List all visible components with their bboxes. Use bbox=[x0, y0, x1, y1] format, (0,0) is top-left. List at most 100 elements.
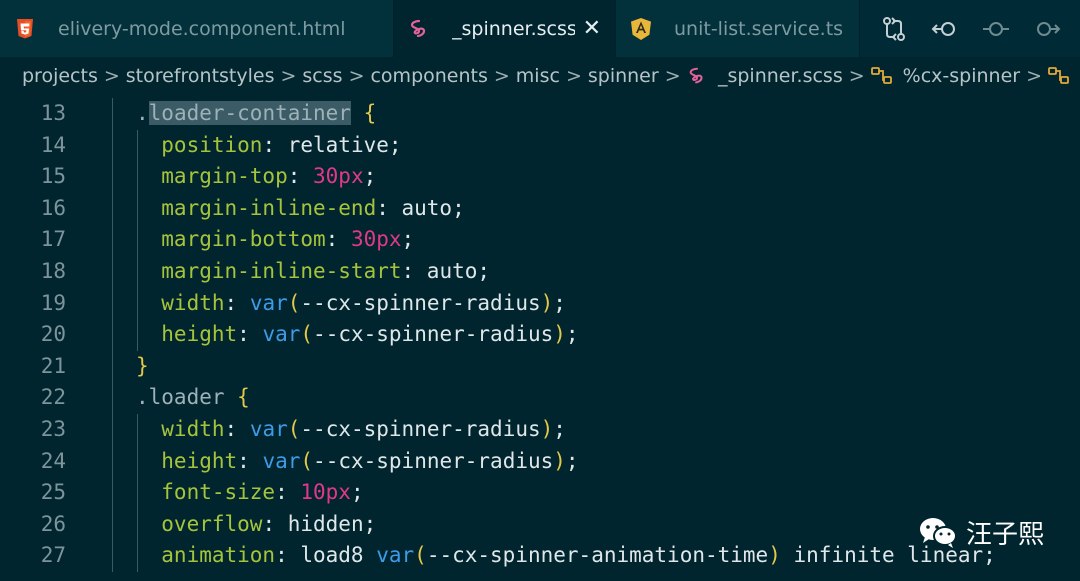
code-token: ; bbox=[553, 290, 566, 315]
watermark: 汪子熙 bbox=[918, 514, 1044, 551]
code-line[interactable]: 13 .loader-container { bbox=[0, 98, 1080, 130]
tab-spinner-scss[interactable]: _spinner.scss ✕ bbox=[394, 0, 616, 57]
tab-label: elivery-mode.component.html bbox=[58, 17, 346, 40]
code-token: var bbox=[249, 290, 288, 315]
go-forward-icon[interactable] bbox=[1033, 15, 1061, 43]
breadcrumb-item-storefrontstyles[interactable]: storefrontstyles bbox=[126, 65, 275, 87]
breadcrumb-item-projects[interactable]: projects bbox=[22, 65, 98, 87]
code-token: : bbox=[237, 322, 263, 347]
code-text: margin-inline-end: auto; bbox=[136, 193, 465, 225]
code-token: ; bbox=[565, 448, 579, 473]
line-number: 20 bbox=[40, 322, 66, 347]
code-token: ) bbox=[553, 448, 566, 473]
code-line[interactable]: 14 position: relative; bbox=[0, 129, 1080, 162]
code-token: ) bbox=[768, 543, 781, 568]
code-token: width bbox=[136, 416, 225, 441]
code-line[interactable]: 23 width: var(--cx-spinner-radius); bbox=[0, 413, 1080, 446]
code-token: overflow bbox=[136, 511, 263, 536]
code-token: : load8 bbox=[275, 543, 377, 568]
code-token: ; bbox=[350, 480, 364, 505]
code-line[interactable]: 21} bbox=[0, 350, 1080, 383]
code-token: animation bbox=[136, 543, 276, 568]
code-text: width: var(--cx-spinner-radius); bbox=[136, 288, 566, 320]
code-line[interactable]: 18 margin-inline-start: auto; bbox=[0, 255, 1080, 288]
breadcrumb-item-scss[interactable]: scss bbox=[302, 65, 342, 87]
code-token: : bbox=[287, 164, 314, 189]
symbol-class-icon bbox=[1048, 65, 1070, 87]
breadcrumb-item-symbol[interactable]: %cx-spinner bbox=[903, 65, 1020, 87]
code-token: ( bbox=[287, 416, 301, 441]
indent-guide bbox=[112, 129, 113, 162]
code-text: height: var(--cx-spinner-radius); bbox=[136, 446, 579, 478]
code-token: : auto; bbox=[376, 195, 465, 220]
code-token: --cx-spinner-radius bbox=[313, 322, 554, 347]
breadcrumb-item-components[interactable]: components bbox=[370, 65, 487, 87]
code-text: animation: load8 var(--cx-spinner-animat… bbox=[136, 540, 996, 572]
indent-guide bbox=[112, 192, 113, 225]
code-token: { bbox=[363, 101, 377, 125]
code-token: var bbox=[262, 448, 301, 473]
code-line[interactable]: 17 margin-bottom: 30px; bbox=[0, 224, 1080, 256]
tab-unit-list-service-ts[interactable]: unit-list.service.ts bbox=[616, 0, 860, 57]
line-number: 26 bbox=[40, 511, 66, 536]
go-back-icon[interactable] bbox=[931, 15, 959, 43]
code-line[interactable]: 25 font-size: 10px; bbox=[0, 477, 1080, 509]
code-token: 30px bbox=[350, 227, 402, 252]
angular-icon bbox=[630, 17, 652, 40]
line-number: 19 bbox=[40, 290, 66, 315]
code-line[interactable]: 22 .loader { bbox=[0, 382, 1080, 414]
indent-guide bbox=[112, 477, 113, 509]
line-number: 21 bbox=[40, 353, 66, 378]
line-number: 22 bbox=[40, 385, 66, 410]
code-token: : bbox=[325, 227, 351, 252]
line-number: 27 bbox=[40, 543, 66, 568]
code-token: ) bbox=[553, 322, 566, 347]
breadcrumb-separator: > bbox=[348, 65, 365, 87]
code-token: ) bbox=[540, 290, 554, 315]
breadcrumb-item-file[interactable]: _spinner.scss bbox=[718, 65, 843, 87]
line-number: 25 bbox=[40, 480, 66, 505]
code-token: ( bbox=[287, 290, 301, 315]
indent-guide bbox=[112, 255, 113, 288]
code-token: } bbox=[136, 353, 149, 378]
watermark-text: 汪子熙 bbox=[965, 520, 1044, 550]
code-token: : bbox=[224, 290, 250, 315]
breadcrumb: projects > storefrontstyles > scss > com… bbox=[0, 57, 1080, 95]
code-text: } bbox=[136, 351, 149, 383]
code-line[interactable]: 19 width: var(--cx-spinner-radius); bbox=[0, 287, 1080, 320]
code-line[interactable]: 24 height: var(--cx-spinner-radius); bbox=[0, 445, 1080, 478]
code-line[interactable]: 16 margin-inline-end: auto; bbox=[0, 192, 1080, 225]
indent-guide bbox=[112, 540, 113, 572]
close-icon[interactable]: ✕ bbox=[583, 16, 601, 41]
sass-icon bbox=[408, 18, 430, 40]
code-token: --cx-spinner-radius bbox=[313, 448, 554, 473]
code-token: position bbox=[136, 132, 263, 157]
code-token: font-size bbox=[136, 480, 276, 505]
code-token: : bbox=[237, 448, 263, 473]
code-line[interactable]: 15 margin-top: 30px; bbox=[0, 161, 1080, 193]
code-token: ; bbox=[553, 416, 566, 441]
breadcrumb-separator: > bbox=[103, 65, 120, 87]
code-token: .loader bbox=[136, 385, 238, 410]
code-token: : bbox=[275, 480, 301, 505]
code-token: var bbox=[262, 322, 301, 347]
indent-guide bbox=[112, 161, 113, 193]
code-token: --cx-spinner-animation-time bbox=[426, 543, 769, 568]
breadcrumb-item-misc[interactable]: misc bbox=[516, 65, 560, 87]
tab-delivery-mode-html[interactable]: elivery-mode.component.html bbox=[0, 0, 394, 57]
code-editor[interactable]: 13 .loader-container {14 position: relati… bbox=[0, 98, 1080, 581]
line-number: 17 bbox=[40, 227, 66, 252]
code-token: 10px bbox=[300, 480, 351, 505]
code-token: ; bbox=[363, 164, 377, 189]
tab-bar: elivery-mode.component.html _spinner.scs… bbox=[0, 0, 1080, 57]
breadcrumb-item-spinner[interactable]: spinner bbox=[588, 65, 659, 87]
compare-changes-icon[interactable] bbox=[880, 15, 908, 43]
indent-guide bbox=[112, 319, 113, 351]
code-token: ( bbox=[300, 322, 314, 347]
code-line[interactable]: 20 height: var(--cx-spinner-radius); bbox=[0, 319, 1080, 351]
line-number: 14 bbox=[40, 132, 66, 157]
timeline-icon[interactable] bbox=[982, 15, 1010, 43]
symbol-class-icon bbox=[870, 65, 893, 87]
code-token: --cx-spinner-radius bbox=[300, 290, 541, 315]
code-text: margin-top: 30px; bbox=[136, 161, 376, 193]
